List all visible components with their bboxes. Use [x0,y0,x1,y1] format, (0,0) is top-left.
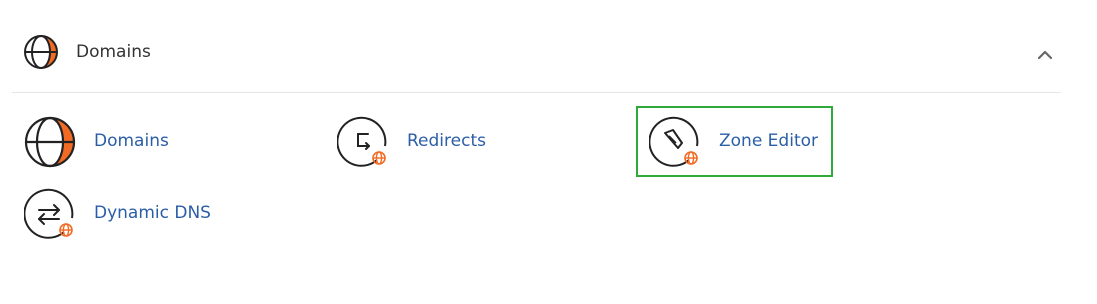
zone-editor-link[interactable]: Zone Editor [649,116,829,167]
redirects-label: Redirects [407,131,486,151]
redirect-icon [337,116,387,167]
section-title: Domains [76,42,151,62]
zone-editor-label: Zone Editor [719,131,818,151]
dynamic-dns-label: Dynamic DNS [94,203,211,223]
section-header[interactable]: Domains [12,20,1061,93]
domains-link[interactable]: Domains [24,116,224,168]
domains-label: Domains [94,131,169,151]
globe-icon [24,35,58,69]
globe-icon [24,116,76,168]
chevron-up-icon[interactable] [1034,44,1056,66]
redirects-link[interactable]: Redirects [337,116,537,167]
dynamic-dns-link[interactable]: Dynamic DNS [24,188,244,239]
dynamic-dns-icon [24,188,74,239]
zone-editor-icon [649,116,699,167]
